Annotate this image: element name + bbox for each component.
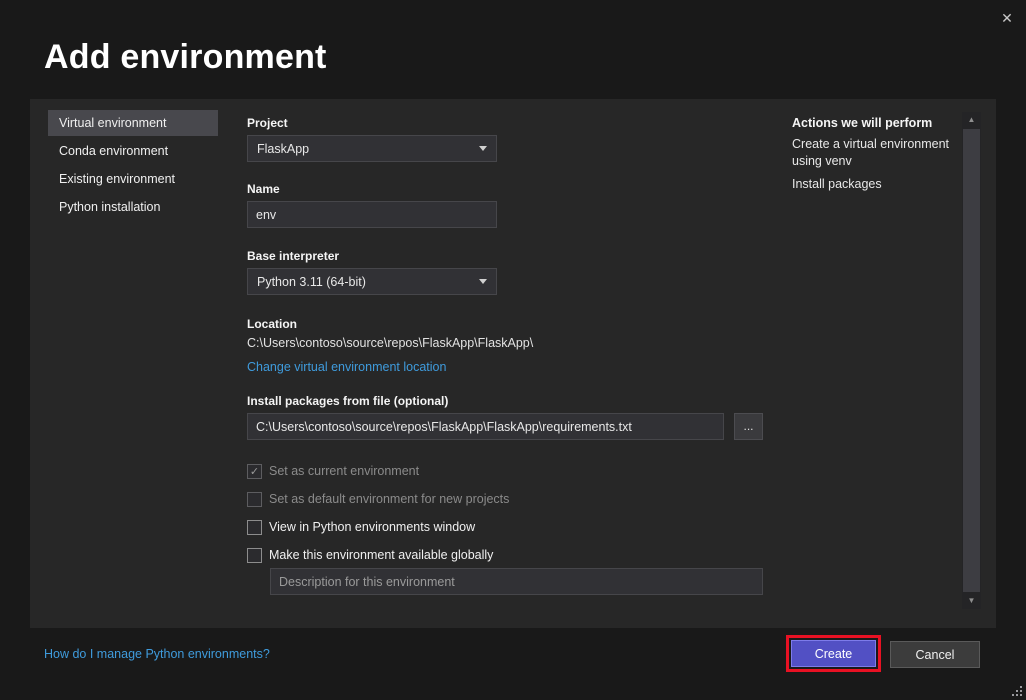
action-item: Create a virtual environment using venv xyxy=(792,136,950,169)
actions-panel-title: Actions we will perform xyxy=(792,116,932,130)
checkbox-unchecked-icon xyxy=(247,492,262,507)
help-link[interactable]: How do I manage Python environments? xyxy=(44,647,270,661)
checkbox-label: Set as current environment xyxy=(269,464,419,478)
checkbox-checked-icon: ✓ xyxy=(247,464,262,479)
scroll-down-icon[interactable]: ▼ xyxy=(962,593,981,609)
name-input[interactable] xyxy=(247,201,497,228)
checkbox-label: Set as default environment for new proje… xyxy=(269,492,509,506)
checkbox-label: Make this environment available globally xyxy=(269,548,493,562)
project-label: Project xyxy=(247,116,288,130)
install-packages-input[interactable] xyxy=(247,413,724,440)
close-icon[interactable]: ✕ xyxy=(997,8,1017,28)
chevron-down-icon xyxy=(479,279,487,284)
action-item: Install packages xyxy=(792,176,950,193)
sidebar-item-python-installation[interactable]: Python installation xyxy=(48,194,218,220)
base-interpreter-dropdown-value: Python 3.11 (64-bit) xyxy=(257,275,366,289)
location-label: Location xyxy=(247,317,297,331)
page-title: Add environment xyxy=(44,38,327,77)
base-interpreter-dropdown[interactable]: Python 3.11 (64-bit) xyxy=(247,268,497,295)
create-button[interactable]: Create xyxy=(791,640,876,667)
project-dropdown-value: FlaskApp xyxy=(257,142,309,156)
checkbox-set-default-environment: Set as default environment for new proje… xyxy=(247,491,509,507)
scrollbar-thumb[interactable] xyxy=(963,129,980,592)
location-value: C:\Users\contoso\source\repos\FlaskApp\F… xyxy=(247,336,533,350)
checkbox-label: View in Python environments window xyxy=(269,520,475,534)
checkbox-unchecked-icon[interactable] xyxy=(247,520,262,535)
resize-grip-icon[interactable] xyxy=(1010,684,1023,697)
install-packages-label: Install packages from file (optional) xyxy=(247,394,448,408)
chevron-down-icon xyxy=(479,146,487,151)
name-label: Name xyxy=(247,182,280,196)
checkbox-set-current-environment: ✓ Set as current environment xyxy=(247,463,419,479)
description-input[interactable] xyxy=(270,568,763,595)
check-icon: ✓ xyxy=(250,465,259,478)
checkbox-make-available-globally[interactable]: Make this environment available globally xyxy=(247,547,493,563)
browse-button[interactable]: ... xyxy=(734,413,763,440)
scrollbar[interactable]: ▲ ▼ xyxy=(962,112,981,609)
cancel-button[interactable]: Cancel xyxy=(890,641,980,668)
add-environment-dialog: { "dialog": { "title": "Add environment"… xyxy=(0,0,1026,700)
sidebar-item-virtual-environment[interactable]: Virtual environment xyxy=(48,110,218,136)
scroll-up-icon[interactable]: ▲ xyxy=(962,112,981,128)
sidebar-item-conda-environment[interactable]: Conda environment xyxy=(48,138,218,164)
checkbox-view-in-environments-window[interactable]: View in Python environments window xyxy=(247,519,475,535)
checkbox-unchecked-icon[interactable] xyxy=(247,548,262,563)
sidebar-item-existing-environment[interactable]: Existing environment xyxy=(48,166,218,192)
base-interpreter-label: Base interpreter xyxy=(247,249,339,263)
project-dropdown[interactable]: FlaskApp xyxy=(247,135,497,162)
change-location-link[interactable]: Change virtual environment location xyxy=(247,360,446,374)
create-button-highlight: Create xyxy=(786,635,881,672)
